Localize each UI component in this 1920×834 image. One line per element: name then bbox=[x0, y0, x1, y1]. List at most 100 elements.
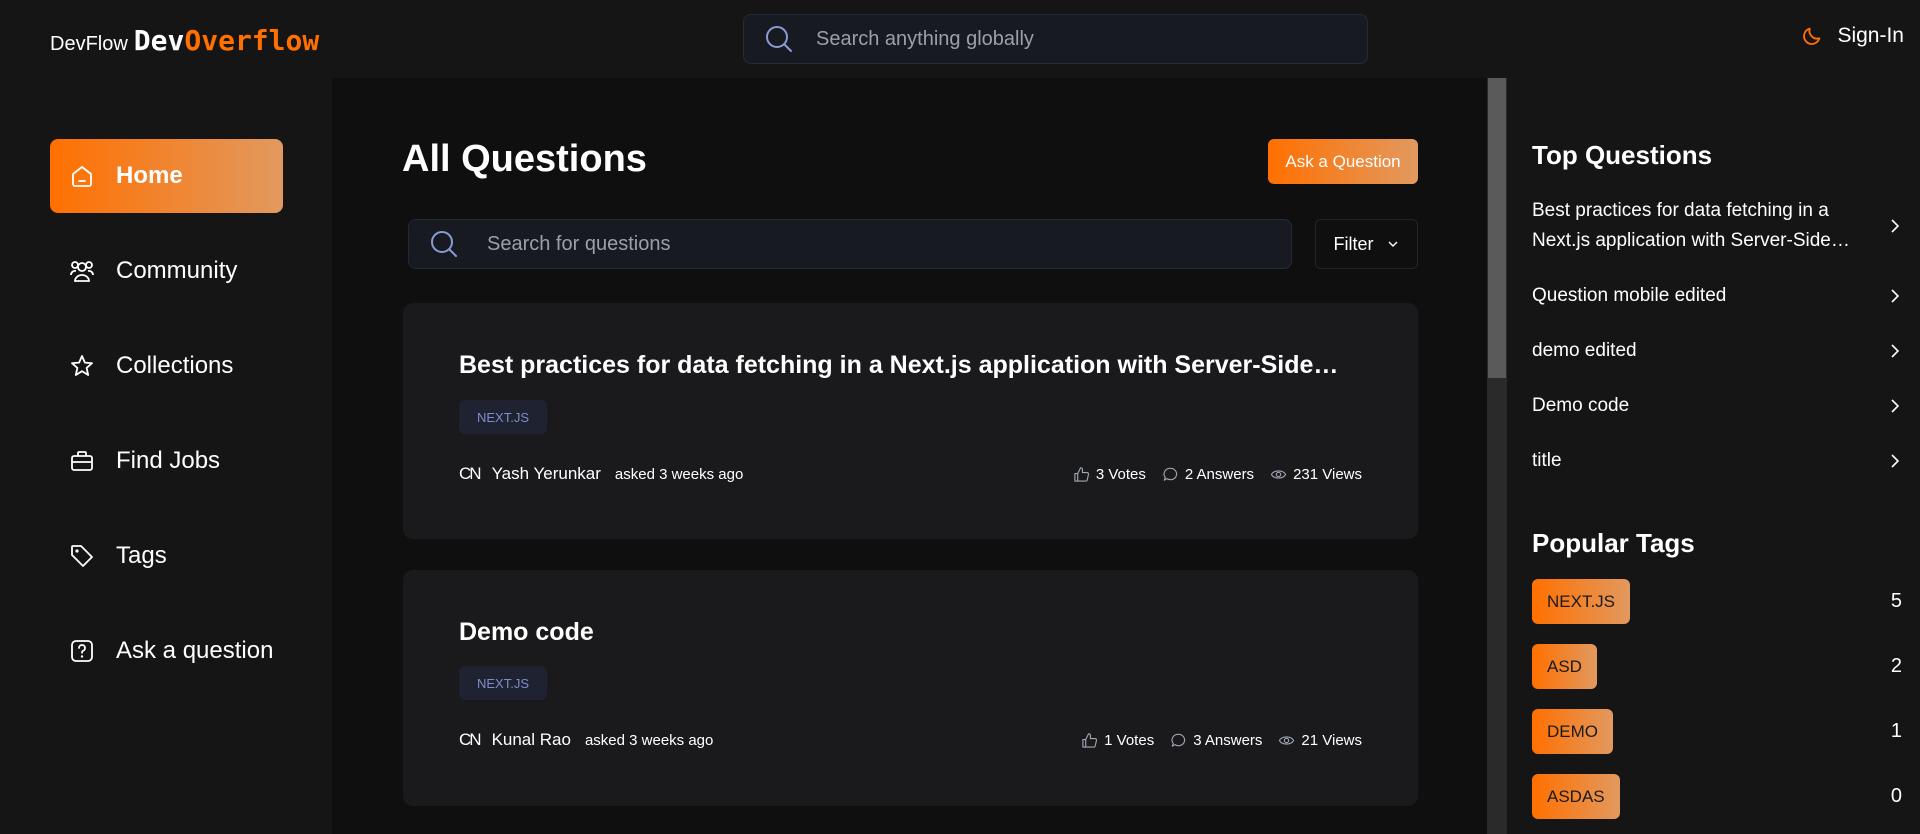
thumbs-up-icon bbox=[1082, 733, 1098, 748]
top-question-item[interactable]: title bbox=[1532, 446, 1904, 476]
question-tag[interactable]: NEXT.JS bbox=[459, 400, 548, 434]
popular-tag-count: 5 bbox=[1890, 590, 1902, 612]
top-question-text: title bbox=[1532, 450, 1562, 471]
popular-tag-item[interactable]: ASDAS 0 bbox=[1532, 774, 1902, 819]
filter-select[interactable]: Filter bbox=[1315, 219, 1418, 269]
sidebar-item-find-jobs[interactable]: Find Jobs bbox=[50, 424, 283, 498]
popular-tag-count: 2 bbox=[1890, 655, 1902, 677]
eye-icon bbox=[1270, 470, 1287, 479]
top-right-actions: Sign-In bbox=[1801, 24, 1904, 48]
users-icon bbox=[70, 261, 94, 282]
popular-tag-count: 1 bbox=[1890, 720, 1902, 742]
top-question-text: Question mobile edited bbox=[1532, 285, 1727, 306]
votes-count: 1 Votes bbox=[1104, 732, 1155, 749]
avatar: CN bbox=[459, 730, 482, 749]
brand-logo[interactable]: DevFlow DevOverflow bbox=[50, 24, 319, 57]
search-icon bbox=[431, 231, 457, 257]
popular-tag-chip[interactable]: NEXT.JS bbox=[1532, 579, 1631, 624]
popular-tag-chip[interactable]: ASD bbox=[1532, 644, 1597, 689]
avatar: CN bbox=[459, 464, 482, 483]
question-title[interactable]: Demo code bbox=[459, 618, 1339, 647]
popular-tag-item[interactable]: DEMO 1 bbox=[1532, 709, 1902, 754]
popular-tag-chip[interactable]: DEMO bbox=[1532, 709, 1613, 754]
global-search-input[interactable] bbox=[816, 27, 1316, 51]
message-icon bbox=[1171, 733, 1186, 747]
views-count: 231 Views bbox=[1293, 466, 1362, 483]
votes-count: 3 Votes bbox=[1095, 466, 1146, 483]
question-stats: 3 Votes 2 Answers 231 Views bbox=[1063, 466, 1362, 483]
answers-count: 3 Answers bbox=[1193, 732, 1263, 749]
question-meta: CN Kunal Rao asked 3 weeks ago bbox=[459, 730, 713, 750]
sidebar-item-label: Collections bbox=[116, 352, 234, 379]
answers-count: 2 Answers bbox=[1184, 466, 1255, 483]
sidebar-item-label: Find Jobs bbox=[116, 447, 221, 474]
votes-stat: 3 Votes bbox=[1073, 466, 1146, 483]
chevron-right-icon bbox=[1891, 399, 1900, 413]
thumbs-up-icon bbox=[1074, 467, 1089, 482]
left-sidebar: Home Community Collections Find Jobs Tag… bbox=[0, 78, 332, 834]
top-question-text: demo edited bbox=[1532, 340, 1637, 361]
votes-stat: 1 Votes bbox=[1081, 732, 1154, 749]
views-count: 21 Views bbox=[1301, 732, 1362, 749]
question-meta: CN Yash Yerunkar asked 3 weeks ago bbox=[459, 464, 743, 484]
star-icon bbox=[71, 355, 93, 376]
signin-link[interactable]: Sign-In bbox=[1837, 24, 1904, 48]
top-question-item[interactable]: demo edited bbox=[1532, 336, 1904, 366]
top-question-item[interactable]: Demo code bbox=[1532, 391, 1904, 421]
chevron-right-icon bbox=[1891, 344, 1900, 358]
asked-time: asked 3 weeks ago bbox=[584, 731, 714, 749]
home-icon bbox=[72, 166, 92, 187]
top-questions-heading: Top Questions bbox=[1532, 140, 1713, 170]
chevron-right-icon bbox=[1891, 289, 1900, 303]
sidebar-item-label: Community bbox=[116, 257, 238, 284]
question-icon bbox=[71, 640, 93, 662]
filter-label: Filter bbox=[1333, 233, 1374, 254]
brand-dev-text: Dev bbox=[133, 24, 185, 57]
sidebar-item-tags[interactable]: Tags bbox=[50, 519, 283, 593]
chevron-right-icon bbox=[1891, 454, 1900, 468]
message-icon bbox=[1163, 467, 1178, 481]
search-icon bbox=[766, 26, 792, 52]
popular-tag-count: 0 bbox=[1890, 785, 1902, 807]
question-search-input[interactable] bbox=[487, 232, 1267, 256]
sidebar-item-label: Home bbox=[116, 162, 183, 189]
question-title[interactable]: Best practices for data fetching in a Ne… bbox=[459, 351, 1339, 380]
question-tag[interactable]: NEXT.JS bbox=[459, 666, 548, 700]
asked-time: asked 3 weeks ago bbox=[614, 465, 744, 483]
top-question-item[interactable]: Question mobile edited bbox=[1532, 281, 1904, 311]
brand-overflow-text: Overflow bbox=[184, 24, 320, 57]
briefcase-icon bbox=[71, 451, 93, 471]
top-question-text: Best practices for data fetching in a Ne… bbox=[1532, 200, 1831, 251]
popular-tag-item[interactable]: ASD 2 bbox=[1532, 644, 1902, 689]
chevron-down-icon bbox=[1388, 241, 1397, 247]
popular-tag-chip[interactable]: ASDAS bbox=[1532, 774, 1620, 819]
main-scrollbar-thumb[interactable] bbox=[1488, 78, 1506, 378]
author-name[interactable]: Kunal Rao bbox=[492, 730, 571, 750]
tag-icon bbox=[71, 545, 93, 567]
ask-question-button[interactable]: Ask a Question bbox=[1268, 139, 1418, 184]
right-sidebar: Top Questions Best practices for data fe… bbox=[1507, 78, 1920, 834]
views-stat: 21 Views bbox=[1278, 732, 1362, 749]
sidebar-item-label: Tags bbox=[116, 542, 167, 569]
sidebar-item-collections[interactable]: Collections bbox=[50, 329, 283, 403]
moon-icon[interactable] bbox=[1801, 25, 1823, 47]
top-navbar: DevFlow DevOverflow Sign-In bbox=[0, 0, 1920, 78]
main-content: All Questions Ask a Question Filter Best… bbox=[332, 78, 1487, 834]
page-title: All Questions bbox=[402, 138, 647, 180]
question-search-bar[interactable] bbox=[408, 219, 1292, 269]
sidebar-item-community[interactable]: Community bbox=[50, 234, 283, 308]
brand-small-text: DevFlow bbox=[50, 33, 128, 55]
question-card[interactable]: Best practices for data fetching in a Ne… bbox=[403, 303, 1418, 539]
chevron-right-icon bbox=[1891, 219, 1900, 233]
popular-tag-item[interactable]: NEXT.JS 5 bbox=[1532, 579, 1902, 624]
views-stat: 231 Views bbox=[1270, 466, 1362, 483]
author-name[interactable]: Yash Yerunkar bbox=[492, 464, 601, 484]
question-card[interactable]: Demo code NEXT.JS CN Kunal Rao asked 3 w… bbox=[403, 570, 1418, 806]
brand-wordmark: DevOverflow bbox=[134, 24, 319, 57]
eye-icon bbox=[1279, 736, 1295, 745]
sidebar-item-home[interactable]: Home bbox=[50, 139, 283, 213]
global-search-bar[interactable] bbox=[743, 14, 1368, 64]
sidebar-item-ask-question[interactable]: Ask a question bbox=[50, 614, 283, 688]
top-question-item[interactable]: Best practices for data fetching in a Ne… bbox=[1532, 196, 1904, 256]
popular-tags-heading: Popular Tags bbox=[1532, 528, 1695, 558]
